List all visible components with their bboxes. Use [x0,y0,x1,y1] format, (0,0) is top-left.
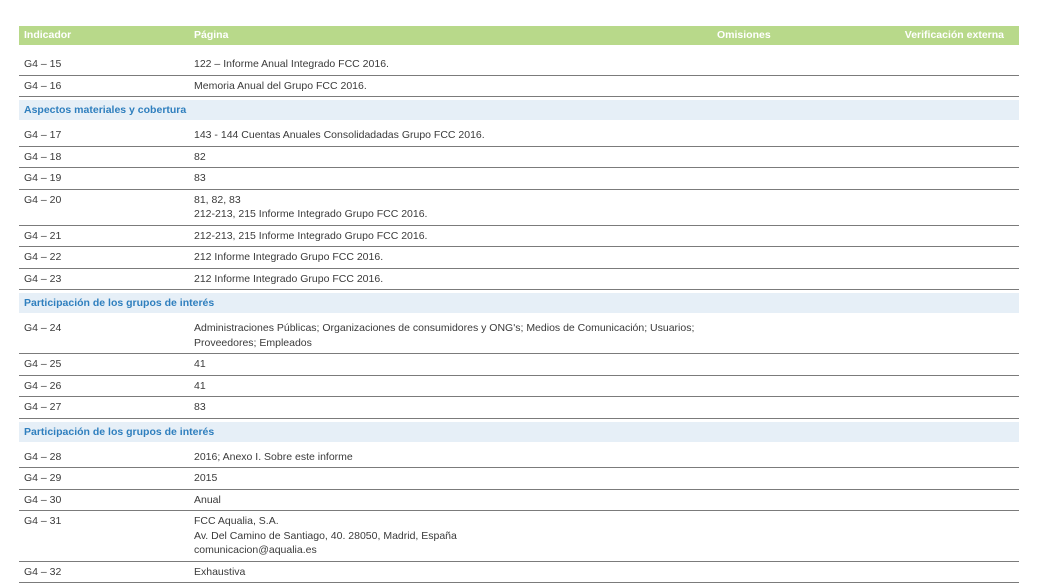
page-cell: 122 – Informe Anual Integrado FCC 2016. [194,57,1019,72]
page-cell: 83 [194,400,1019,415]
header-indicador: Indicador [24,26,71,45]
indicator-cell: G4 – 25 [24,357,61,372]
table-row: G4 – 31 FCC Aqualia, S.A. Av. Del Camino … [19,511,1019,562]
table-row: G4 – 23 212 Informe Integrado Grupo FCC 2… [19,269,1019,291]
page-cell: 2016; Anexo I. Sobre este informe [194,450,1019,465]
section-heading: Participación de los grupos de interés [19,422,1019,442]
page-cell: 143 - 144 Cuentas Anuales Consolidadadas… [194,128,1019,143]
page-cell: Anual [194,493,1019,508]
indicator-cell: G4 – 24 [24,321,61,336]
indicator-cell: G4 – 26 [24,379,61,394]
header-omisiones: Omisiones [717,26,771,45]
indicator-cell: G4 – 21 [24,229,61,244]
table-row: G4 – 28 2016; Anexo I. Sobre este informe [19,447,1019,469]
indicator-cell: G4 – 20 [24,193,61,208]
header-pagina: Página [194,26,228,45]
page-cell: 212 Informe Integrado Grupo FCC 2016. [194,250,1019,265]
table-row: G4 – 19 83 [19,168,1019,190]
table-row: G4 – 20 81, 82, 83 212-213, 215 Informe I… [19,190,1019,226]
indicator-cell: G4 – 27 [24,400,61,415]
table-row: G4 – 17 143 - 144 Cuentas Anuales Consoli… [19,125,1019,147]
section-heading: Participación de los grupos de interés [19,293,1019,313]
table-row: G4 – 32 Exhaustiva [19,562,1019,583]
indicator-cell: G4 – 15 [24,57,61,72]
indicator-cell: G4 – 22 [24,250,61,265]
page-cell: Exhaustiva [194,565,1019,580]
table-row: G4 – 24 Administraciones Públicas; Organi… [19,318,1019,354]
page-cell: 82 [194,150,1019,165]
indicator-cell: G4 – 19 [24,171,61,186]
table-group: G4 – 28 2016; Anexo I. Sobre este informe… [19,447,1019,583]
page-cell: 41 [194,379,1019,394]
table-row: G4 – 16 Memoria Anual del Grupo FCC 2016. [19,76,1019,98]
page-cell: Administraciones Públicas; Organizacione… [194,321,1019,350]
page-cell: 83 [194,171,1019,186]
table-header: Indicador Página Omisiones Verificación … [19,26,1019,45]
page-cell: 212-213, 215 Informe Integrado Grupo FCC… [194,229,1019,244]
table-row: G4 – 30 Anual [19,490,1019,512]
gri-index-table: Indicador Página Omisiones Verificación … [19,26,1019,583]
indicator-cell: G4 – 23 [24,272,61,287]
section-heading: Aspectos materiales y cobertura [19,100,1019,120]
indicator-cell: G4 – 31 [24,514,61,529]
table-group: G4 – 17 143 - 144 Cuentas Anuales Consoli… [19,125,1019,290]
table-row: G4 – 29 2015 [19,468,1019,490]
indicator-cell: G4 – 18 [24,150,61,165]
page-cell: Memoria Anual del Grupo FCC 2016. [194,79,1019,94]
page-cell: 212 Informe Integrado Grupo FCC 2016. [194,272,1019,287]
page-cell: 41 [194,357,1019,372]
table-row: G4 – 27 83 [19,397,1019,419]
indicator-cell: G4 – 16 [24,79,61,94]
table-row: G4 – 26 41 [19,376,1019,398]
table-row: G4 – 21 212-213, 215 Informe Integrado Gr… [19,226,1019,248]
table-group: G4 – 24 Administraciones Públicas; Organi… [19,318,1019,419]
table-row: G4 – 22 212 Informe Integrado Grupo FCC 2… [19,247,1019,269]
table-row: G4 – 15 122 – Informe Anual Integrado FCC… [19,54,1019,76]
table-row: G4 – 25 41 [19,354,1019,376]
table-row: G4 – 18 82 [19,147,1019,169]
indicator-cell: G4 – 28 [24,450,61,465]
indicator-cell: G4 – 30 [24,493,61,508]
page-cell: 81, 82, 83 212-213, 215 Informe Integrad… [194,193,1019,222]
table-group: G4 – 15 122 – Informe Anual Integrado FCC… [19,54,1019,97]
page-cell: 2015 [194,471,1019,486]
indicator-cell: G4 – 29 [24,471,61,486]
indicator-cell: G4 – 32 [24,565,61,580]
header-verificacion: Verificación externa [905,26,1004,45]
indicator-cell: G4 – 17 [24,128,61,143]
page-cell: FCC Aqualia, S.A. Av. Del Camino de Sant… [194,514,1019,558]
